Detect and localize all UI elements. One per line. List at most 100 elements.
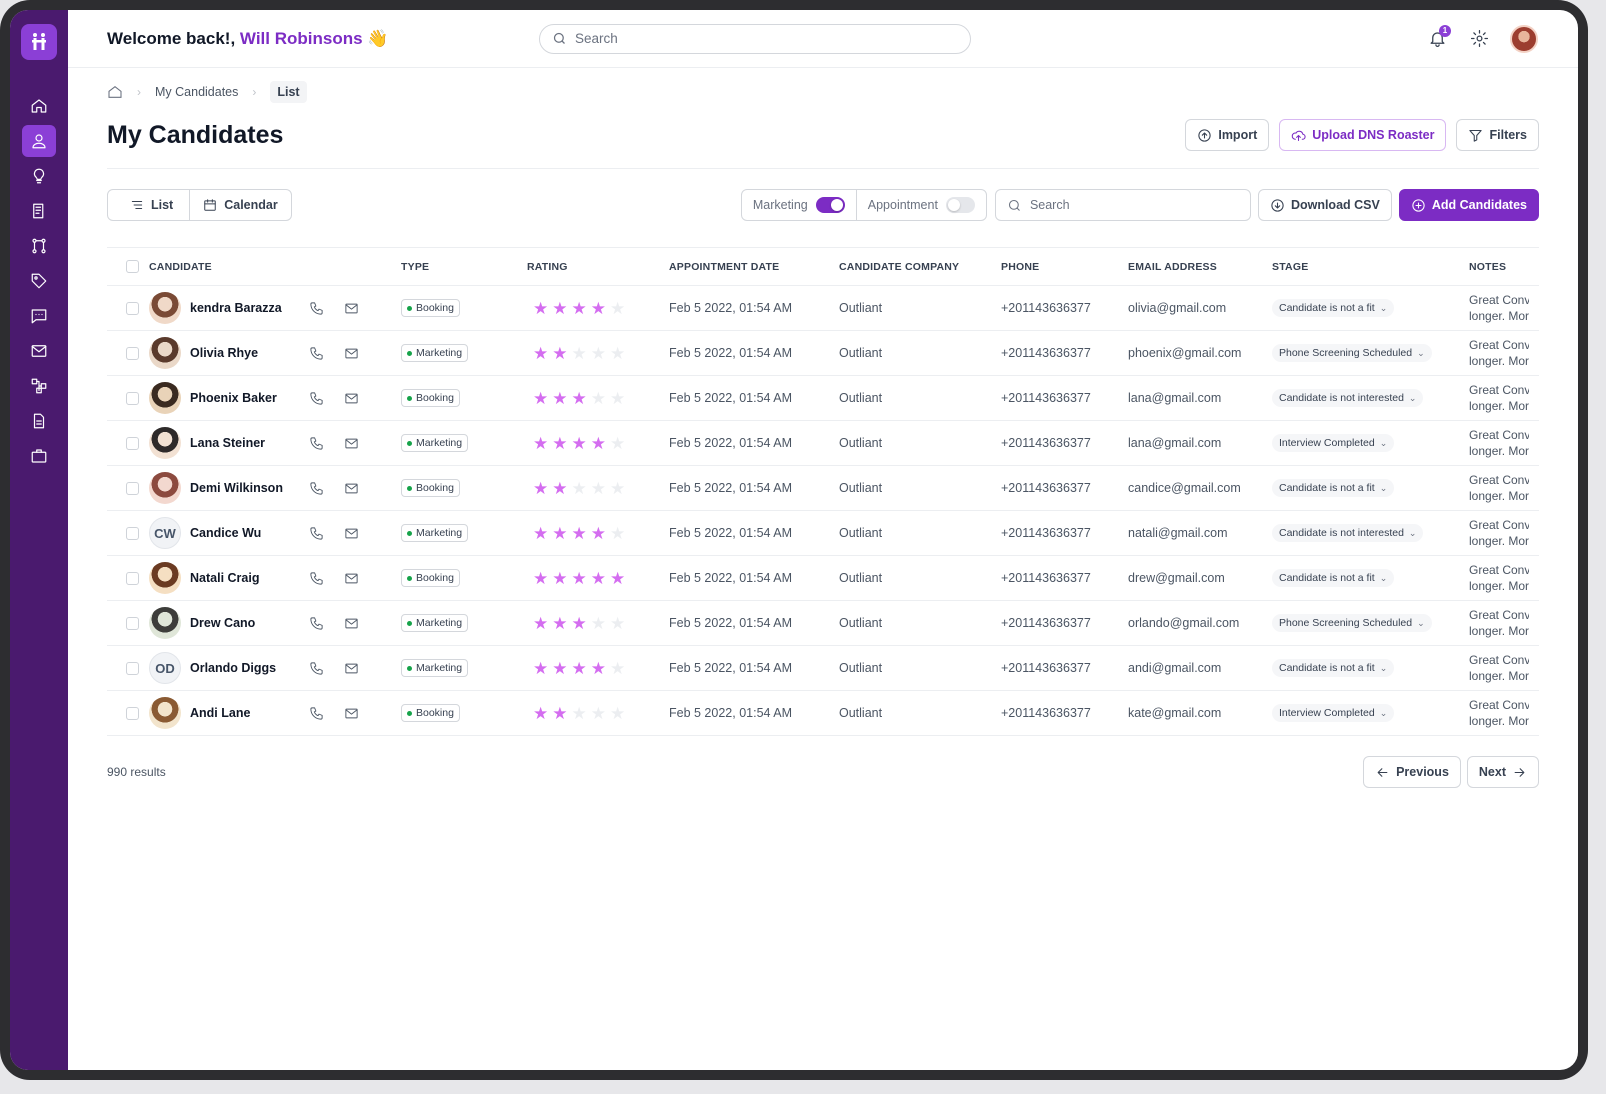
- candidate-name[interactable]: Drew Cano: [190, 616, 255, 630]
- filters-button[interactable]: Filters: [1456, 119, 1539, 151]
- star-icon[interactable]: ★: [552, 480, 567, 497]
- star-icon[interactable]: ★: [591, 300, 606, 317]
- star-icon[interactable]: ★: [610, 435, 625, 452]
- phone-icon[interactable]: [309, 481, 324, 496]
- stage-dropdown[interactable]: Phone Screening Scheduled ⌄: [1272, 614, 1432, 632]
- user-avatar[interactable]: [1510, 24, 1538, 53]
- mail-icon[interactable]: [344, 481, 359, 496]
- phone-icon[interactable]: [309, 346, 324, 361]
- stage-dropdown[interactable]: Candidate is not a fit ⌄: [1272, 299, 1395, 317]
- table-row[interactable]: Natali Craig Booking ★ ★ ★ ★ ★ Feb 5 2022, 0…: [107, 556, 1539, 601]
- stage-dropdown[interactable]: Interview Completed ⌄: [1272, 704, 1395, 722]
- global-search-input[interactable]: Search: [539, 23, 971, 54]
- row-checkbox[interactable]: [126, 347, 139, 361]
- star-icon[interactable]: ★: [591, 390, 606, 407]
- sidebar-item-candidates[interactable]: [22, 125, 56, 157]
- candidate-name[interactable]: Olivia Rhye: [190, 346, 258, 360]
- header-phone[interactable]: PHONE: [1001, 248, 1128, 286]
- mail-icon[interactable]: [344, 346, 359, 361]
- candidate-name[interactable]: Lana Steiner: [190, 436, 265, 450]
- mail-icon[interactable]: [344, 706, 359, 721]
- row-checkbox[interactable]: [126, 572, 139, 586]
- star-icon[interactable]: ★: [552, 660, 567, 677]
- row-checkbox[interactable]: [126, 617, 139, 631]
- star-icon[interactable]: ★: [572, 345, 587, 362]
- sidebar-item-messages[interactable]: [22, 300, 56, 332]
- table-row[interactable]: Olivia Rhye Marketing ★ ★ ★ ★ ★ Feb 5 2022, …: [107, 331, 1539, 376]
- next-button[interactable]: Next: [1466, 756, 1539, 788]
- row-checkbox[interactable]: [126, 707, 139, 721]
- sidebar-item-jobs[interactable]: [22, 440, 56, 472]
- header-appointment-date[interactable]: APPOINTMENT DATE: [669, 248, 839, 286]
- sidebar-item-pipeline[interactable]: [22, 230, 56, 262]
- star-icon[interactable]: ★: [591, 525, 606, 542]
- import-button[interactable]: Import: [1185, 119, 1270, 151]
- marketing-toggle[interactable]: [815, 197, 845, 213]
- star-icon[interactable]: ★: [572, 300, 587, 317]
- upload-dns-roaster-button[interactable]: Upload DNS Roaster: [1279, 119, 1447, 151]
- download-csv-button[interactable]: Download CSV: [1257, 189, 1392, 221]
- candidate-name[interactable]: Natali Craig: [190, 571, 259, 585]
- candidate-name[interactable]: Demi Wilkinson: [190, 481, 283, 495]
- phone-icon[interactable]: [309, 706, 324, 721]
- mail-icon[interactable]: [344, 616, 359, 631]
- star-icon[interactable]: ★: [533, 705, 548, 722]
- header-type[interactable]: TYPE: [401, 248, 527, 286]
- star-icon[interactable]: ★: [591, 705, 606, 722]
- app-logo[interactable]: [21, 24, 57, 60]
- star-icon[interactable]: ★: [533, 435, 548, 452]
- table-row[interactable]: Lana Steiner Marketing ★ ★ ★ ★ ★ Feb 5 2022,…: [107, 421, 1539, 466]
- breadcrumb-list[interactable]: List: [270, 81, 307, 103]
- notifications-button[interactable]: 1: [1426, 24, 1451, 50]
- sidebar-item-workflow[interactable]: [22, 370, 56, 402]
- phone-icon[interactable]: [309, 616, 324, 631]
- table-row[interactable]: CW Candice Wu Marketing ★ ★ ★ ★ ★ Feb 5 2022,…: [107, 511, 1539, 556]
- star-icon[interactable]: ★: [591, 615, 606, 632]
- stage-dropdown[interactable]: Candidate is not a fit ⌄: [1272, 659, 1395, 677]
- header-notes[interactable]: NOTES: [1469, 248, 1539, 286]
- phone-icon[interactable]: [309, 436, 324, 451]
- star-icon[interactable]: ★: [610, 390, 625, 407]
- header-candidate-company[interactable]: CANDIDATE COMPANY: [839, 248, 1001, 286]
- row-checkbox[interactable]: [126, 527, 139, 541]
- star-icon[interactable]: ★: [533, 390, 548, 407]
- candidate-name[interactable]: Candice Wu: [190, 526, 261, 540]
- star-icon[interactable]: ★: [572, 390, 587, 407]
- stage-dropdown[interactable]: Interview Completed ⌄: [1272, 434, 1395, 452]
- star-icon[interactable]: ★: [610, 705, 625, 722]
- previous-button[interactable]: Previous: [1363, 756, 1461, 788]
- stage-dropdown[interactable]: Candidate is not a fit ⌄: [1272, 479, 1395, 497]
- table-row[interactable]: Drew Cano Marketing ★ ★ ★ ★ ★ Feb 5 2022, 01…: [107, 601, 1539, 646]
- sidebar-item-home[interactable]: [22, 90, 56, 122]
- star-icon[interactable]: ★: [572, 705, 587, 722]
- mail-icon[interactable]: [344, 571, 359, 586]
- star-icon[interactable]: ★: [610, 570, 625, 587]
- star-icon[interactable]: ★: [572, 435, 587, 452]
- table-row[interactable]: Phoenix Baker Booking ★ ★ ★ ★ ★ Feb 5 2022, …: [107, 376, 1539, 421]
- phone-icon[interactable]: [309, 571, 324, 586]
- phone-icon[interactable]: [309, 301, 324, 316]
- star-icon[interactable]: ★: [610, 615, 625, 632]
- table-row[interactable]: OD Orlando Diggs Marketing ★ ★ ★ ★ ★ Feb 5 20…: [107, 646, 1539, 691]
- star-icon[interactable]: ★: [591, 570, 606, 587]
- breadcrumb-my-candidates[interactable]: My Candidates: [155, 85, 238, 99]
- star-icon[interactable]: ★: [533, 300, 548, 317]
- star-icon[interactable]: ★: [610, 345, 625, 362]
- star-icon[interactable]: ★: [591, 660, 606, 677]
- star-icon[interactable]: ★: [552, 300, 567, 317]
- star-icon[interactable]: ★: [533, 345, 548, 362]
- header-rating[interactable]: RATING: [527, 248, 669, 286]
- stage-dropdown[interactable]: Candidate is not interested ⌄: [1272, 524, 1424, 542]
- row-checkbox[interactable]: [126, 302, 139, 316]
- row-checkbox[interactable]: [126, 392, 139, 406]
- select-all-checkbox[interactable]: [126, 260, 139, 273]
- home-icon[interactable]: [107, 84, 123, 100]
- star-icon[interactable]: ★: [552, 435, 567, 452]
- header-email-address[interactable]: EMAIL ADDRESS: [1128, 248, 1272, 286]
- star-icon[interactable]: ★: [591, 480, 606, 497]
- star-icon[interactable]: ★: [572, 570, 587, 587]
- stage-dropdown[interactable]: Candidate is not a fit ⌄: [1272, 569, 1395, 587]
- candidate-name[interactable]: kendra Barazza: [190, 301, 282, 315]
- mail-icon[interactable]: [344, 391, 359, 406]
- candidate-name[interactable]: Andi Lane: [190, 706, 250, 720]
